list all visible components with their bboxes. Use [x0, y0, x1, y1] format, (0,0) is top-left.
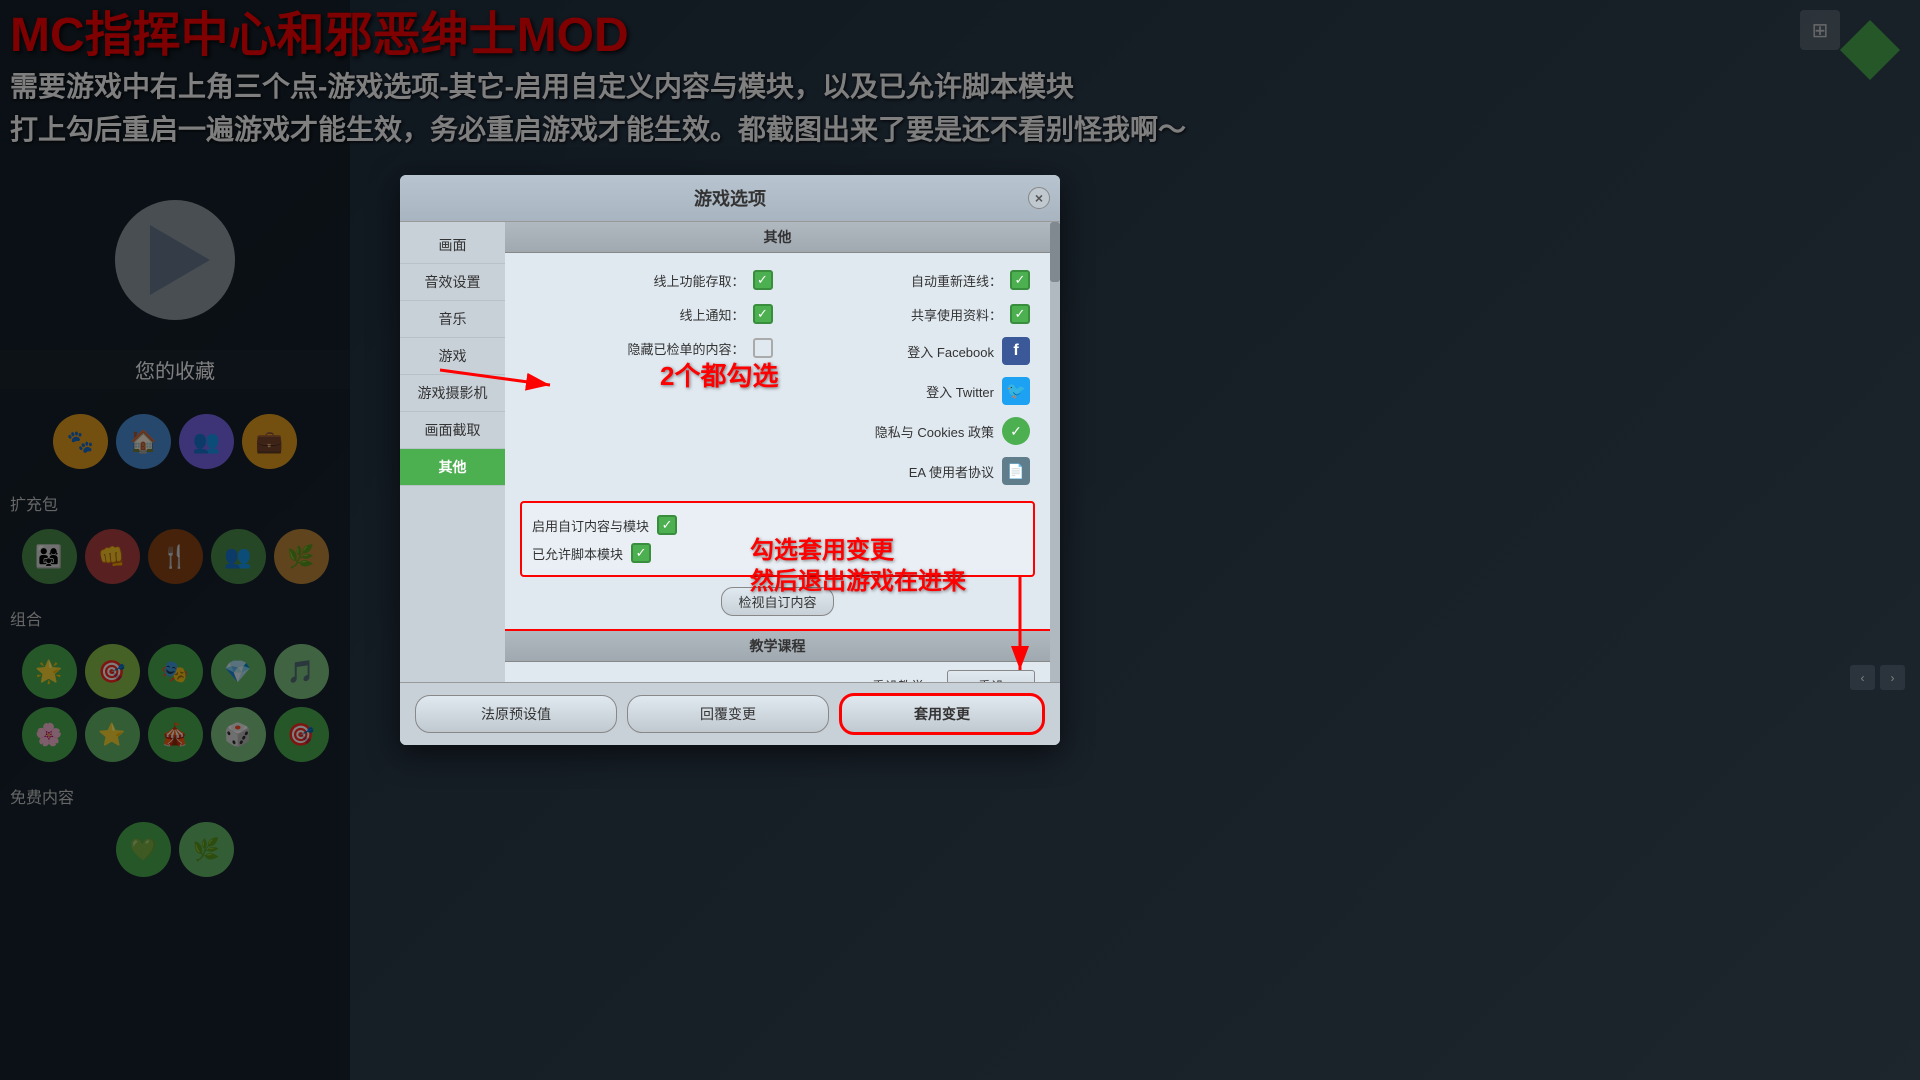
- checkbox-online-access[interactable]: ✓: [753, 270, 773, 290]
- checkbox-online-notify[interactable]: ✓: [753, 304, 773, 324]
- options-right-col: 自动重新连线： ✓ 共享使用资料： ✓ 登入 Facebook f: [778, 263, 1036, 491]
- facebook-icon[interactable]: f: [1002, 337, 1030, 365]
- section-other-header: 其他: [505, 222, 1050, 253]
- social-twitter-row: 登入 Twitter 🐦: [778, 371, 1036, 411]
- scrollbar-thumb: [1050, 222, 1060, 282]
- checkbox-enable-mods[interactable]: ✓: [657, 515, 677, 535]
- checkbox-auto-reconnect[interactable]: ✓: [1010, 270, 1030, 290]
- checkbox-share-data[interactable]: ✓: [1010, 304, 1030, 324]
- nav-item-screenshot[interactable]: 画面截取: [400, 412, 505, 449]
- nav-item-other[interactable]: 其他: [400, 449, 505, 486]
- social-facebook-row: 登入 Facebook f: [778, 331, 1036, 371]
- nav-item-screen[interactable]: 画面: [400, 227, 505, 264]
- option-share-data: 共享使用资料： ✓: [778, 297, 1036, 331]
- annotation-apply-line1: 勾选套用变更: [750, 535, 966, 566]
- nav-item-audio[interactable]: 音效设置: [400, 264, 505, 301]
- annotation-apply-instructions: 勾选套用变更 然后退出游戏在进来: [750, 535, 966, 597]
- dialog-footer: 法原预设值 回覆变更 套用变更: [400, 682, 1060, 745]
- annotation-apply-line2: 然后退出游戏在进来: [750, 566, 966, 597]
- apply-button[interactable]: 套用变更: [839, 693, 1045, 735]
- option-auto-reconnect: 自动重新连线： ✓: [778, 263, 1036, 297]
- option-online-notify: 线上通知： ✓: [520, 297, 778, 331]
- restore-defaults-button[interactable]: 法原预设值: [415, 695, 617, 733]
- annotation-check-both: 2个都勾选: [660, 360, 778, 394]
- dialog-title: 游戏选项: [694, 189, 766, 209]
- checkbox-hide-owned[interactable]: [753, 338, 773, 358]
- shield-icon[interactable]: ✓: [1002, 417, 1030, 445]
- revert-button[interactable]: 回覆变更: [627, 695, 829, 733]
- arrow-to-checkboxes: [430, 340, 560, 400]
- checkbox-allow-scripts[interactable]: ✓: [631, 543, 651, 563]
- dialog-title-bar: 游戏选项 ×: [400, 175, 1060, 222]
- option-online-access: 线上功能存取： ✓: [520, 263, 778, 297]
- doc-icon[interactable]: 📄: [1002, 457, 1030, 485]
- social-eula-row: EA 使用者协议 📄: [778, 451, 1036, 491]
- twitter-icon[interactable]: 🐦: [1002, 377, 1030, 405]
- close-button[interactable]: ×: [1028, 187, 1050, 209]
- social-privacy-row: 隐私与 Cookies 政策 ✓: [778, 411, 1036, 451]
- nav-item-music[interactable]: 音乐: [400, 301, 505, 338]
- dialog-nav: 画面 音效设置 音乐 游戏 游戏摄影机 画面截取 其他: [400, 222, 505, 682]
